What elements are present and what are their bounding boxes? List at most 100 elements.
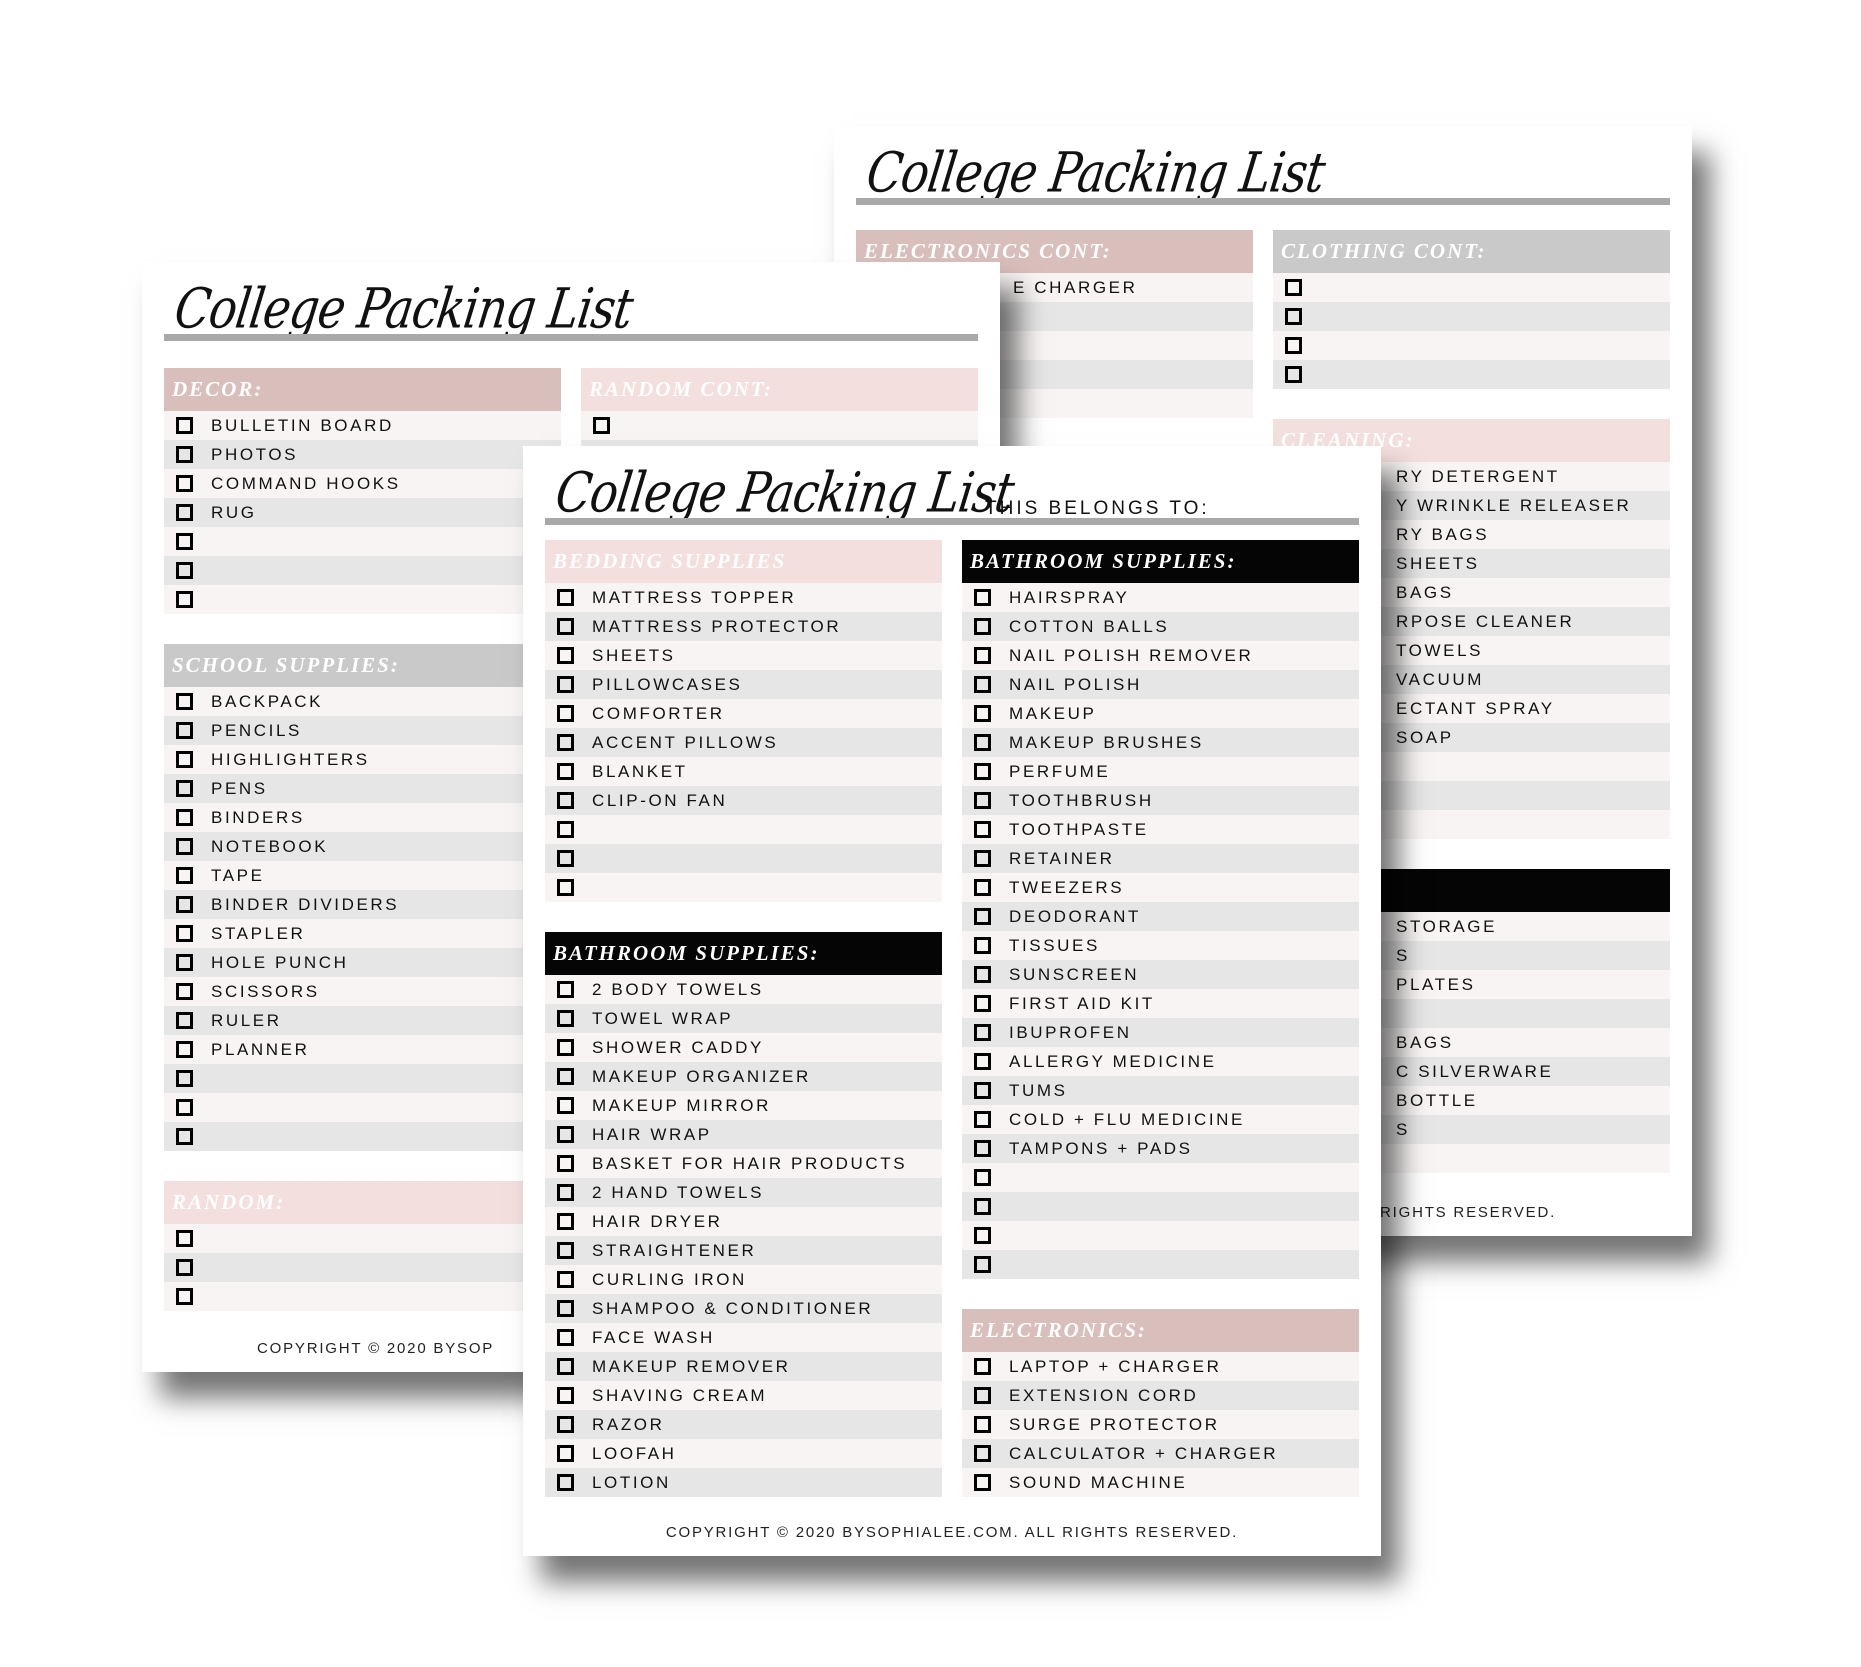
checkbox-icon[interactable] (974, 995, 991, 1012)
checklist-item[interactable]: PERFUME (962, 757, 1359, 786)
checkbox-icon[interactable] (974, 1053, 991, 1070)
checklist-item[interactable] (962, 1163, 1359, 1192)
checkbox-icon[interactable] (557, 1300, 574, 1317)
checklist-item[interactable]: SHAVING CREAM (545, 1381, 942, 1410)
checkbox-icon[interactable] (557, 1039, 574, 1056)
checkbox-icon[interactable] (1285, 337, 1302, 354)
checkbox-icon[interactable] (974, 879, 991, 896)
checkbox-icon[interactable] (176, 838, 193, 855)
checkbox-icon[interactable] (557, 1358, 574, 1375)
checkbox-icon[interactable] (974, 1169, 991, 1186)
checklist-item[interactable]: BACKPACK (164, 687, 561, 716)
checklist-item[interactable] (545, 815, 942, 844)
checklist-item[interactable]: COMFORTER (545, 699, 942, 728)
checkbox-icon[interactable] (557, 1242, 574, 1259)
checklist-item[interactable] (164, 1093, 561, 1122)
checklist-item[interactable] (164, 1122, 561, 1151)
checkbox-icon[interactable] (176, 1070, 193, 1087)
checklist-item[interactable]: BINDER DIVIDERS (164, 890, 561, 919)
checkbox-icon[interactable] (1285, 366, 1302, 383)
checkbox-icon[interactable] (176, 562, 193, 579)
checkbox-icon[interactable] (557, 1416, 574, 1433)
checkbox-icon[interactable] (557, 1068, 574, 1085)
checklist-item[interactable]: SHAMPOO & CONDITIONER (545, 1294, 942, 1323)
checklist-item[interactable] (962, 1221, 1359, 1250)
checklist-item[interactable] (1273, 360, 1670, 389)
checklist-item[interactable] (581, 411, 978, 440)
checkbox-icon[interactable] (176, 693, 193, 710)
checklist-item[interactable]: HAIR DRYER (545, 1207, 942, 1236)
checklist-item[interactable] (164, 556, 561, 585)
checkbox-icon[interactable] (974, 821, 991, 838)
checklist-item[interactable]: FACE WASH (545, 1323, 942, 1352)
checklist-item[interactable]: FIRST AID KIT (962, 989, 1359, 1018)
checkbox-icon[interactable] (974, 850, 991, 867)
checklist-item[interactable]: TOOTHPASTE (962, 815, 1359, 844)
checklist-item[interactable] (545, 844, 942, 873)
checkbox-icon[interactable] (557, 821, 574, 838)
checklist-item[interactable]: PLANNER (164, 1035, 561, 1064)
checkbox-icon[interactable] (974, 1387, 991, 1404)
checkbox-icon[interactable] (974, 1474, 991, 1491)
checkbox-icon[interactable] (557, 879, 574, 896)
checkbox-icon[interactable] (557, 1184, 574, 1201)
checklist-item[interactable] (164, 1224, 561, 1253)
checkbox-icon[interactable] (557, 705, 574, 722)
checklist-item[interactable]: SURGE PROTECTOR (962, 1410, 1359, 1439)
checkbox-icon[interactable] (176, 954, 193, 971)
checklist-item[interactable] (164, 1253, 561, 1282)
checklist-item[interactable] (1273, 273, 1670, 302)
checkbox-icon[interactable] (1285, 308, 1302, 325)
checkbox-icon[interactable] (176, 751, 193, 768)
checkbox-icon[interactable] (176, 504, 193, 521)
checklist-item[interactable]: BLANKET (545, 757, 942, 786)
checklist-item[interactable]: PENCILS (164, 716, 561, 745)
checklist-item[interactable]: EXTENSION CORD (962, 1381, 1359, 1410)
checkbox-icon[interactable] (974, 676, 991, 693)
checkbox-icon[interactable] (176, 1288, 193, 1305)
checklist-item[interactable]: NOTEBOOK (164, 832, 561, 861)
checkbox-icon[interactable] (974, 1445, 991, 1462)
checkbox-icon[interactable] (974, 1140, 991, 1157)
checkbox-icon[interactable] (974, 1358, 991, 1375)
checkbox-icon[interactable] (557, 1097, 574, 1114)
checkbox-icon[interactable] (557, 1445, 574, 1462)
checklist-item[interactable]: HOLE PUNCH (164, 948, 561, 977)
checkbox-icon[interactable] (974, 589, 991, 606)
checkbox-icon[interactable] (176, 722, 193, 739)
checklist-item[interactable] (164, 527, 561, 556)
checkbox-icon[interactable] (974, 763, 991, 780)
checklist-item[interactable]: PHOTOS (164, 440, 561, 469)
checklist-item[interactable]: LOOFAH (545, 1439, 942, 1468)
checklist-item[interactable]: LOTION (545, 1468, 942, 1497)
checklist-item[interactable]: NAIL POLISH REMOVER (962, 641, 1359, 670)
checklist-item[interactable]: LAPTOP + CHARGER (962, 1352, 1359, 1381)
checklist-item[interactable]: TISSUES (962, 931, 1359, 960)
checklist-item[interactable] (962, 1192, 1359, 1221)
checkbox-icon[interactable] (1285, 279, 1302, 296)
checkbox-icon[interactable] (557, 763, 574, 780)
checklist-item[interactable]: BINDERS (164, 803, 561, 832)
checkbox-icon[interactable] (974, 966, 991, 983)
checkbox-icon[interactable] (176, 1099, 193, 1116)
checklist-item[interactable]: TUMS (962, 1076, 1359, 1105)
checklist-item[interactable]: MATTRESS PROTECTOR (545, 612, 942, 641)
checkbox-icon[interactable] (176, 475, 193, 492)
checkbox-icon[interactable] (557, 618, 574, 635)
checkbox-icon[interactable] (176, 446, 193, 463)
checklist-item[interactable] (164, 585, 561, 614)
checklist-item[interactable]: PENS (164, 774, 561, 803)
checklist-item[interactable]: DEODORANT (962, 902, 1359, 931)
checkbox-icon[interactable] (974, 1227, 991, 1244)
checklist-item[interactable] (962, 1250, 1359, 1279)
checkbox-icon[interactable] (176, 867, 193, 884)
checkbox-icon[interactable] (974, 705, 991, 722)
checklist-item[interactable]: IBUPROFEN (962, 1018, 1359, 1047)
checklist-item[interactable]: RETAINER (962, 844, 1359, 873)
checklist-item[interactable] (1273, 302, 1670, 331)
checklist-item[interactable] (164, 1064, 561, 1093)
checklist-item[interactable]: BULLETIN BOARD (164, 411, 561, 440)
checkbox-icon[interactable] (557, 850, 574, 867)
checklist-item[interactable] (545, 873, 942, 902)
checkbox-icon[interactable] (974, 937, 991, 954)
